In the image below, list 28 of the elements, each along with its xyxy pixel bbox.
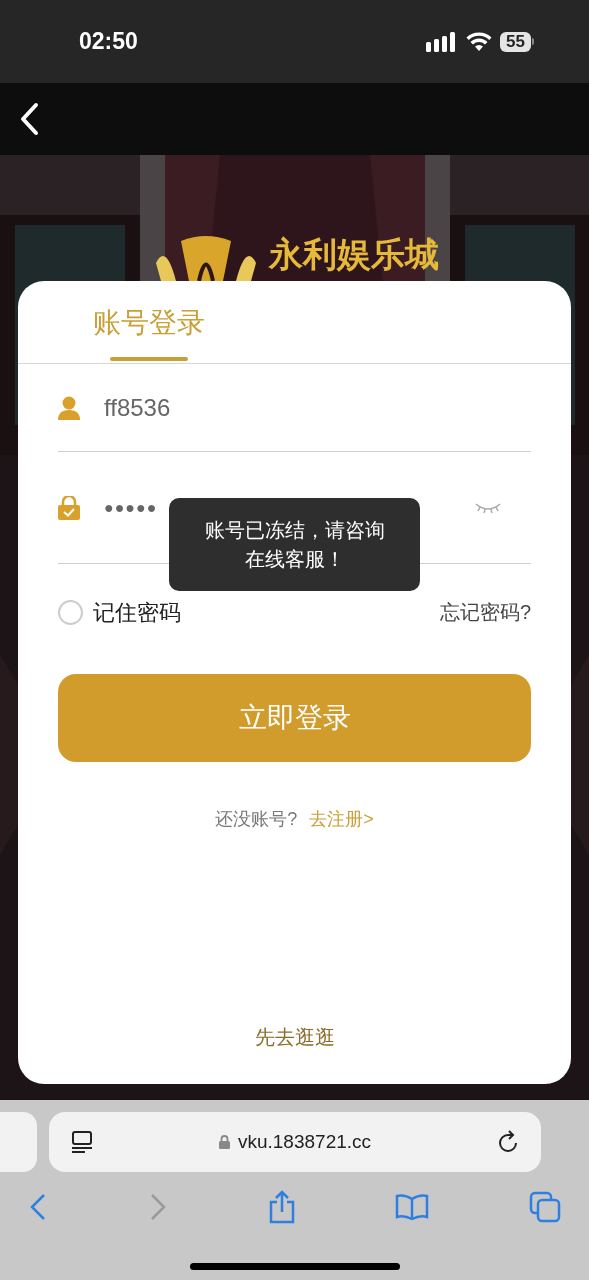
tabs-icon[interactable] xyxy=(529,1191,561,1223)
login-button[interactable]: 立即登录 xyxy=(58,674,531,762)
lock-icon xyxy=(58,495,80,520)
remember-label: 记住密码 xyxy=(93,598,181,627)
share-icon[interactable] xyxy=(267,1190,296,1224)
back-icon[interactable] xyxy=(18,102,40,136)
status-time: 02:50 xyxy=(79,27,138,57)
username-field[interactable]: ff8536 xyxy=(58,364,531,452)
previous-tab-edge[interactable] xyxy=(0,1112,37,1172)
address-bar[interactable]: vku.1838721.cc xyxy=(49,1112,541,1172)
wifi-icon xyxy=(466,31,493,52)
page-menu-icon[interactable] xyxy=(71,1130,93,1154)
login-tab[interactable]: 账号登录 xyxy=(93,303,205,363)
reload-icon[interactable] xyxy=(497,1130,519,1154)
remember-checkbox[interactable] xyxy=(58,599,83,625)
password-dots: ●●●●● xyxy=(104,498,158,516)
eye-closed-icon[interactable] xyxy=(475,501,501,514)
user-icon xyxy=(58,395,80,420)
toast: 账号已冻结，请咨询在线客服！ xyxy=(169,498,420,591)
logo-text: 永利娱乐城 xyxy=(268,234,439,274)
forgot-password-link[interactable]: 忘记密码? xyxy=(439,597,531,627)
url-text: vku.1838721.cc xyxy=(237,1129,372,1154)
battery-level: 55 xyxy=(500,31,531,52)
browse-link[interactable]: 先去逛逛 xyxy=(254,1022,335,1052)
lock-icon xyxy=(218,1135,230,1149)
register-prompt: 还没账号? xyxy=(215,808,298,831)
book-icon[interactable] xyxy=(395,1193,430,1221)
register-link[interactable]: 去注册> xyxy=(309,806,374,833)
